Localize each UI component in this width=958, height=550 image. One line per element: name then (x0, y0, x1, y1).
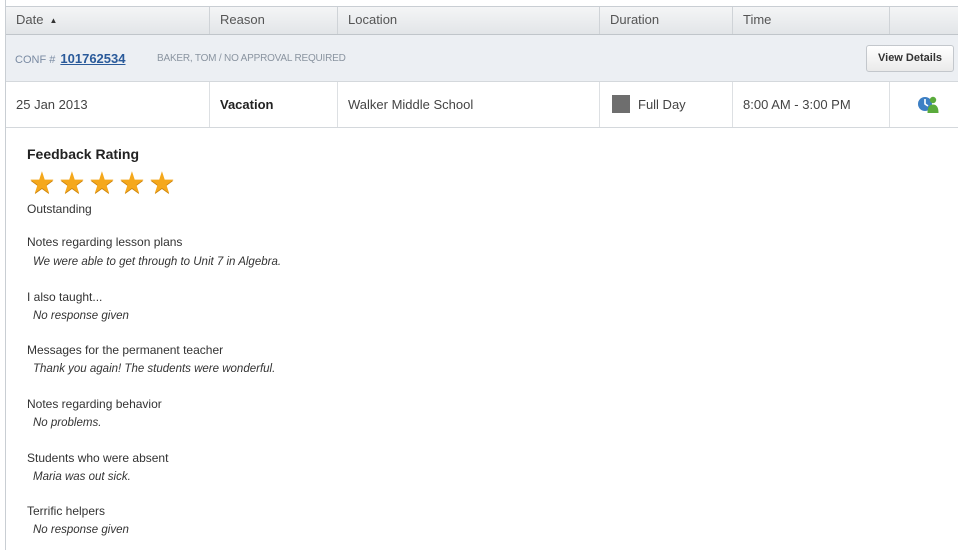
confirmation-label: CONF # 101762534 (15, 51, 125, 66)
cell-location: Walker Middle School (338, 82, 600, 127)
star-rating: ★ ★ ★ ★ ★ (27, 167, 177, 200)
column-header-duration[interactable]: Duration (600, 7, 733, 34)
cell-reason: Vacation (210, 82, 338, 127)
feedback-question: Notes regarding lesson plans (27, 235, 183, 249)
confirmation-row: CONF # 101762534 BAKER, TOM / NO APPROVA… (6, 35, 958, 82)
feedback-question: I also taught... (27, 290, 103, 304)
table-row[interactable]: 25 Jan 2013 Vacation Walker Middle Schoo… (6, 82, 958, 128)
rating-label: Outstanding (27, 202, 92, 216)
cell-time: 8:00 AM - 3:00 PM (733, 82, 890, 127)
employee-approval-status: BAKER, TOM / NO APPROVAL REQUIRED (157, 53, 346, 64)
star-icon: ★ (148, 167, 176, 200)
cell-duration: Full Day (600, 82, 733, 127)
star-icon: ★ (28, 167, 56, 200)
user-approved-icon[interactable] (918, 94, 940, 114)
table-header: Date ▲ Reason Location Duration Time (6, 6, 958, 35)
duration-label: Full Day (638, 97, 686, 112)
feedback-question: Messages for the permanent teacher (27, 343, 224, 357)
column-header-label: Date (16, 12, 44, 27)
column-header-time[interactable]: Time (733, 7, 890, 34)
feedback-question: Notes regarding behavior (27, 397, 162, 411)
feedback-answer: Thank you again! The students were wonde… (33, 363, 276, 375)
star-icon: ★ (88, 167, 116, 200)
column-header-date[interactable]: Date ▲ (6, 7, 210, 34)
feedback-answer: We were able to get through to Unit 7 in… (33, 256, 282, 268)
column-header-label: Location (348, 12, 398, 27)
sort-ascending-icon: ▲ (49, 16, 58, 25)
absence-detail-panel: Date ▲ Reason Location Duration Time CONF… (5, 0, 958, 550)
duration-indicator-icon (612, 95, 630, 113)
star-icon: ★ (58, 167, 86, 200)
feedback-answer: Maria was out sick. (33, 471, 131, 483)
confirmation-number-link[interactable]: 101762534 (60, 51, 125, 66)
column-header-label: Time (743, 12, 772, 27)
column-header-location[interactable]: Location (338, 7, 600, 34)
star-icon: ★ (118, 167, 146, 200)
feedback-answer: No problems. (33, 417, 102, 429)
feedback-question: Students who were absent (27, 451, 169, 465)
column-header-reason[interactable]: Reason (210, 7, 338, 34)
feedback-question: Terrific helpers (27, 504, 106, 518)
feedback-title: Feedback Rating (27, 146, 140, 162)
feedback-answer: No response given (33, 310, 129, 322)
column-header-label: Reason (220, 12, 265, 27)
confirmation-prefix: CONF # (15, 54, 56, 66)
column-header-label: Duration (610, 12, 660, 27)
feedback-section: Feedback Rating ★ ★ ★ ★ ★ Outstanding (27, 146, 175, 216)
feedback-answer: No response given (33, 524, 129, 536)
view-details-button[interactable]: View Details (866, 45, 954, 72)
cell-date: 25 Jan 2013 (6, 82, 210, 127)
